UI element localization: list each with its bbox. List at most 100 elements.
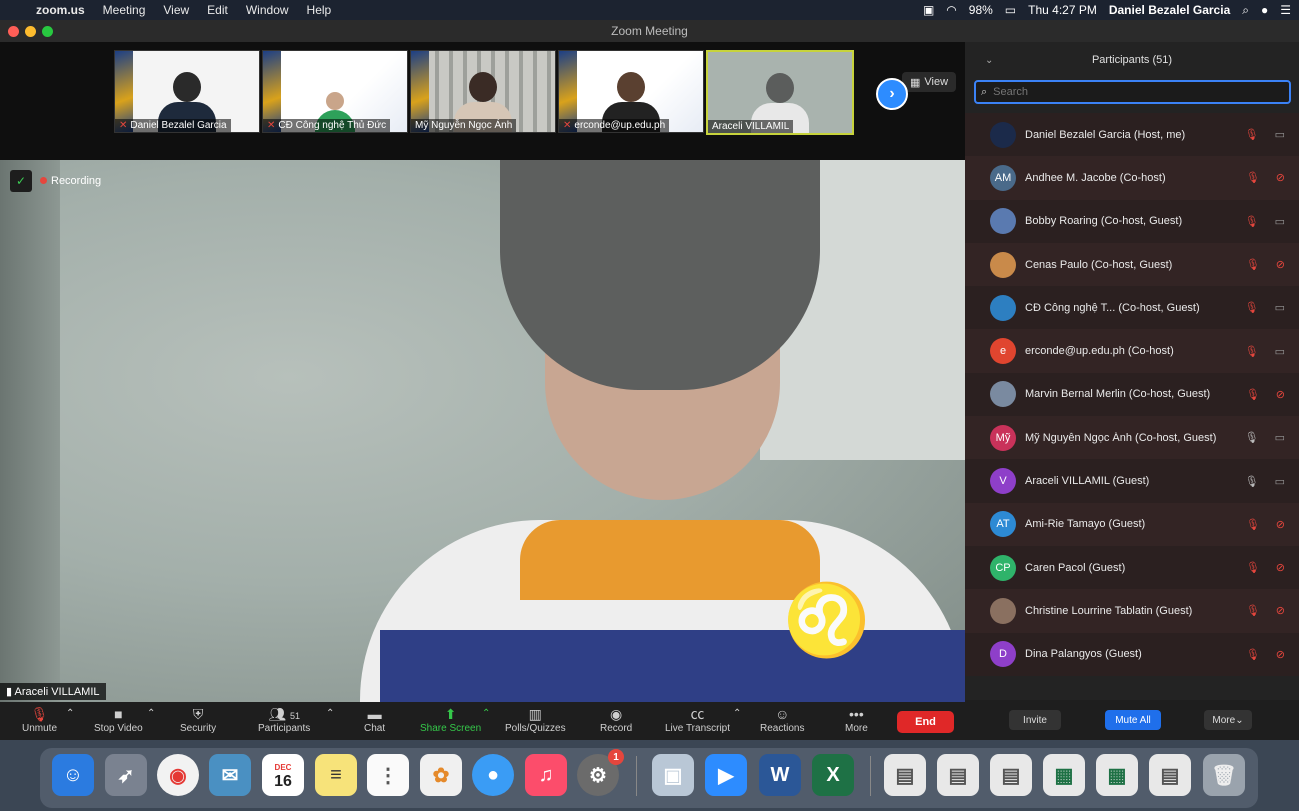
spotlight-search-icon[interactable]: ⌕ [1242, 3, 1249, 18]
mic-muted-icon[interactable]: 🎙︎ [1245, 128, 1259, 141]
video-off-icon[interactable]: ⊘ [1276, 604, 1285, 617]
menu-meeting[interactable]: Meeting [103, 3, 146, 17]
participant-row[interactable]: Marvin Bernal Merlin (Co-host, Guest) 🎙︎ ⊘ [965, 372, 1299, 417]
video-camera-icon[interactable]: ▭ [1275, 128, 1285, 141]
zoom-app-icon[interactable]: ▶ [705, 754, 747, 796]
unmute-button[interactable]: 🎙︎ Unmute [22, 705, 57, 734]
mic-muted-icon[interactable]: 🎙︎ [1246, 604, 1260, 617]
video-thumbnail-active-speaker[interactable]: Araceli VILLAMIL [706, 50, 854, 135]
video-thumbnail[interactable]: ✕ Daniel Bezalel Garcia [114, 50, 260, 133]
document-stack-icon[interactable]: ▤ [937, 754, 979, 796]
notes-icon[interactable]: ≡ [315, 754, 357, 796]
video-camera-icon[interactable]: ▭ [1275, 215, 1285, 228]
participants-more-button[interactable]: More ⌄ [1204, 710, 1252, 730]
chrome-icon[interactable]: ◉ [157, 754, 199, 796]
view-button[interactable]: ▦ View [902, 72, 956, 92]
record-button[interactable]: ◉ Record [600, 705, 632, 734]
share-screen-button[interactable]: ⬆ Share Screen [420, 705, 481, 734]
mic-muted-icon[interactable]: 🎙︎ [1246, 258, 1260, 271]
participant-row[interactable]: e erconde@up.edu.ph (Co-host) 🎙︎ ▭ [965, 329, 1299, 373]
spreadsheet-file-icon[interactable]: ▦ [1043, 754, 1085, 796]
menu-view[interactable]: View [163, 3, 189, 17]
menu-window[interactable]: Window [246, 3, 289, 17]
security-button[interactable]: ⛨ Security [180, 705, 216, 734]
chat-button[interactable]: ▬ Chat [364, 705, 385, 734]
live-transcript-button[interactable]: ㏄ Live Transcript [665, 705, 730, 734]
image-capture-icon[interactable]: ▣ [652, 754, 694, 796]
video-thumbnail[interactable]: Mỹ Nguyễn Ngọc Ánh [410, 50, 556, 133]
video-off-icon[interactable]: ⊘ [1276, 518, 1285, 531]
fullscreen-window-button[interactable] [42, 26, 53, 37]
zoom-status-icon[interactable]: ▣ [923, 3, 934, 17]
document-stack-icon[interactable]: ▤ [1149, 754, 1191, 796]
video-off-icon[interactable]: ⊘ [1276, 171, 1285, 184]
finder-icon[interactable]: ☺ [52, 754, 94, 796]
video-off-icon[interactable]: ⊘ [1276, 388, 1285, 401]
video-off-icon[interactable]: ⊘ [1276, 561, 1285, 574]
mic-muted-icon[interactable]: 🎙︎ [1246, 518, 1260, 531]
participants-button[interactable]: 👥︎ 51 Participants [258, 705, 310, 734]
video-camera-icon[interactable]: ▭ [1275, 475, 1285, 488]
battery-icon[interactable]: ▭ [1005, 3, 1016, 17]
collapse-chevron-icon[interactable]: ⌄ [985, 55, 993, 66]
participant-row[interactable]: D Dina Palangyos (Guest) 🎙︎ ⊘ [965, 632, 1299, 676]
photos-icon[interactable]: ✿ [420, 754, 462, 796]
messages-icon[interactable]: ● [472, 754, 514, 796]
document-stack-icon[interactable]: ▤ [990, 754, 1032, 796]
video-off-icon[interactable]: ⊘ [1276, 648, 1285, 661]
mic-muted-icon[interactable]: 🎙︎ [1246, 561, 1260, 574]
participant-row[interactable]: AM Andhee M. Jacobe (Co-host) 🎙︎ ⊘ [965, 156, 1299, 200]
share-options-chevron-icon[interactable]: ⌃ [482, 708, 490, 719]
mic-muted-icon[interactable]: 🎙︎ [1246, 388, 1260, 401]
menubar-clock[interactable]: Thu 4:27 PM [1028, 3, 1097, 17]
system-preferences-icon[interactable]: ⚙ 1 [577, 749, 624, 796]
video-camera-icon[interactable]: ▭ [1275, 431, 1285, 444]
participant-row[interactable]: V Araceli VILLAMIL (Guest) 🎙︎ ▭ [965, 459, 1299, 503]
participants-options-chevron-icon[interactable]: ⌃ [326, 708, 334, 719]
next-page-arrow-icon[interactable]: › [876, 78, 908, 110]
video-thumbnail[interactable]: ✕ CĐ Công nghệ Thủ Đức [262, 50, 408, 133]
calendar-icon[interactable]: DEC 16 [262, 754, 304, 796]
invite-button[interactable]: Invite [1009, 710, 1061, 730]
transcript-options-chevron-icon[interactable]: ⌃ [733, 708, 741, 719]
participant-row[interactable]: AT Ami-Rie Tamayo (Guest) 🎙︎ ⊘ [965, 502, 1299, 546]
mic-muted-icon[interactable]: 🎙︎ [1246, 171, 1260, 184]
participant-row[interactable]: Mỹ Mỹ Nguyễn Ngọc Ánh (Co-host, Guest) 🎙︎ ▭ [965, 416, 1299, 460]
mic-icon[interactable]: 🎙︎ [1245, 431, 1259, 444]
mute-all-button[interactable]: Mute All [1105, 710, 1161, 730]
security-shield-icon[interactable]: ✓ [10, 170, 32, 192]
reminders-icon[interactable]: ⋮ [367, 754, 409, 796]
audio-options-chevron-icon[interactable]: ⌃ [66, 708, 74, 719]
participant-row[interactable]: Christine Lourrine Tablatin (Guest) 🎙︎ ⊘ [965, 589, 1299, 633]
spreadsheet-file-icon[interactable]: ▦ [1096, 754, 1138, 796]
menubar-user[interactable]: Daniel Bezalel Garcia [1109, 3, 1230, 17]
excel-icon[interactable]: X [812, 754, 854, 796]
participant-row[interactable]: CP Caren Pacol (Guest) 🎙︎ ⊘ [965, 545, 1299, 590]
menu-help[interactable]: Help [307, 3, 332, 17]
music-icon[interactable]: ♫ [525, 754, 567, 796]
stop-video-button[interactable]: ■ Stop Video [94, 705, 143, 734]
polls-quizzes-button[interactable]: ▥ Polls/Quizzes [505, 705, 566, 734]
reactions-button[interactable]: ☺ Reactions [760, 705, 804, 734]
video-options-chevron-icon[interactable]: ⌃ [147, 708, 155, 719]
minimize-window-button[interactable] [25, 26, 36, 37]
video-camera-icon[interactable]: ▭ [1275, 301, 1285, 314]
siri-icon[interactable]: ● [1261, 3, 1268, 17]
launchpad-icon[interactable]: ➶ [105, 754, 147, 796]
control-center-icon[interactable]: ☰ [1280, 3, 1291, 17]
mic-muted-icon[interactable]: 🎙︎ [1245, 215, 1259, 228]
participant-row[interactable]: Bobby Roaring (Co-host, Guest) 🎙︎ ▭ [965, 199, 1299, 243]
mic-muted-icon[interactable]: 🎙︎ [1245, 345, 1259, 358]
menu-app-name[interactable]: zoom.us [36, 3, 85, 17]
participant-row[interactable]: CĐ Công nghệ T... (Co-host, Guest) 🎙︎ ▭ [965, 286, 1299, 330]
participant-row[interactable]: Cenas Paulo (Co-host, Guest) 🎙︎ ⊘ [965, 242, 1299, 287]
menu-edit[interactable]: Edit [207, 3, 228, 17]
participants-search-input[interactable] [991, 85, 1276, 99]
more-button[interactable]: ••• More [845, 705, 868, 734]
trash-icon[interactable]: 🗑︎ [1203, 754, 1245, 796]
wifi-icon[interactable]: ◠ [946, 3, 956, 17]
end-meeting-button[interactable]: End [897, 711, 954, 733]
close-window-button[interactable] [8, 26, 19, 37]
mic-muted-icon[interactable]: 🎙︎ [1246, 648, 1260, 661]
document-stack-icon[interactable]: ▤ [884, 754, 926, 796]
